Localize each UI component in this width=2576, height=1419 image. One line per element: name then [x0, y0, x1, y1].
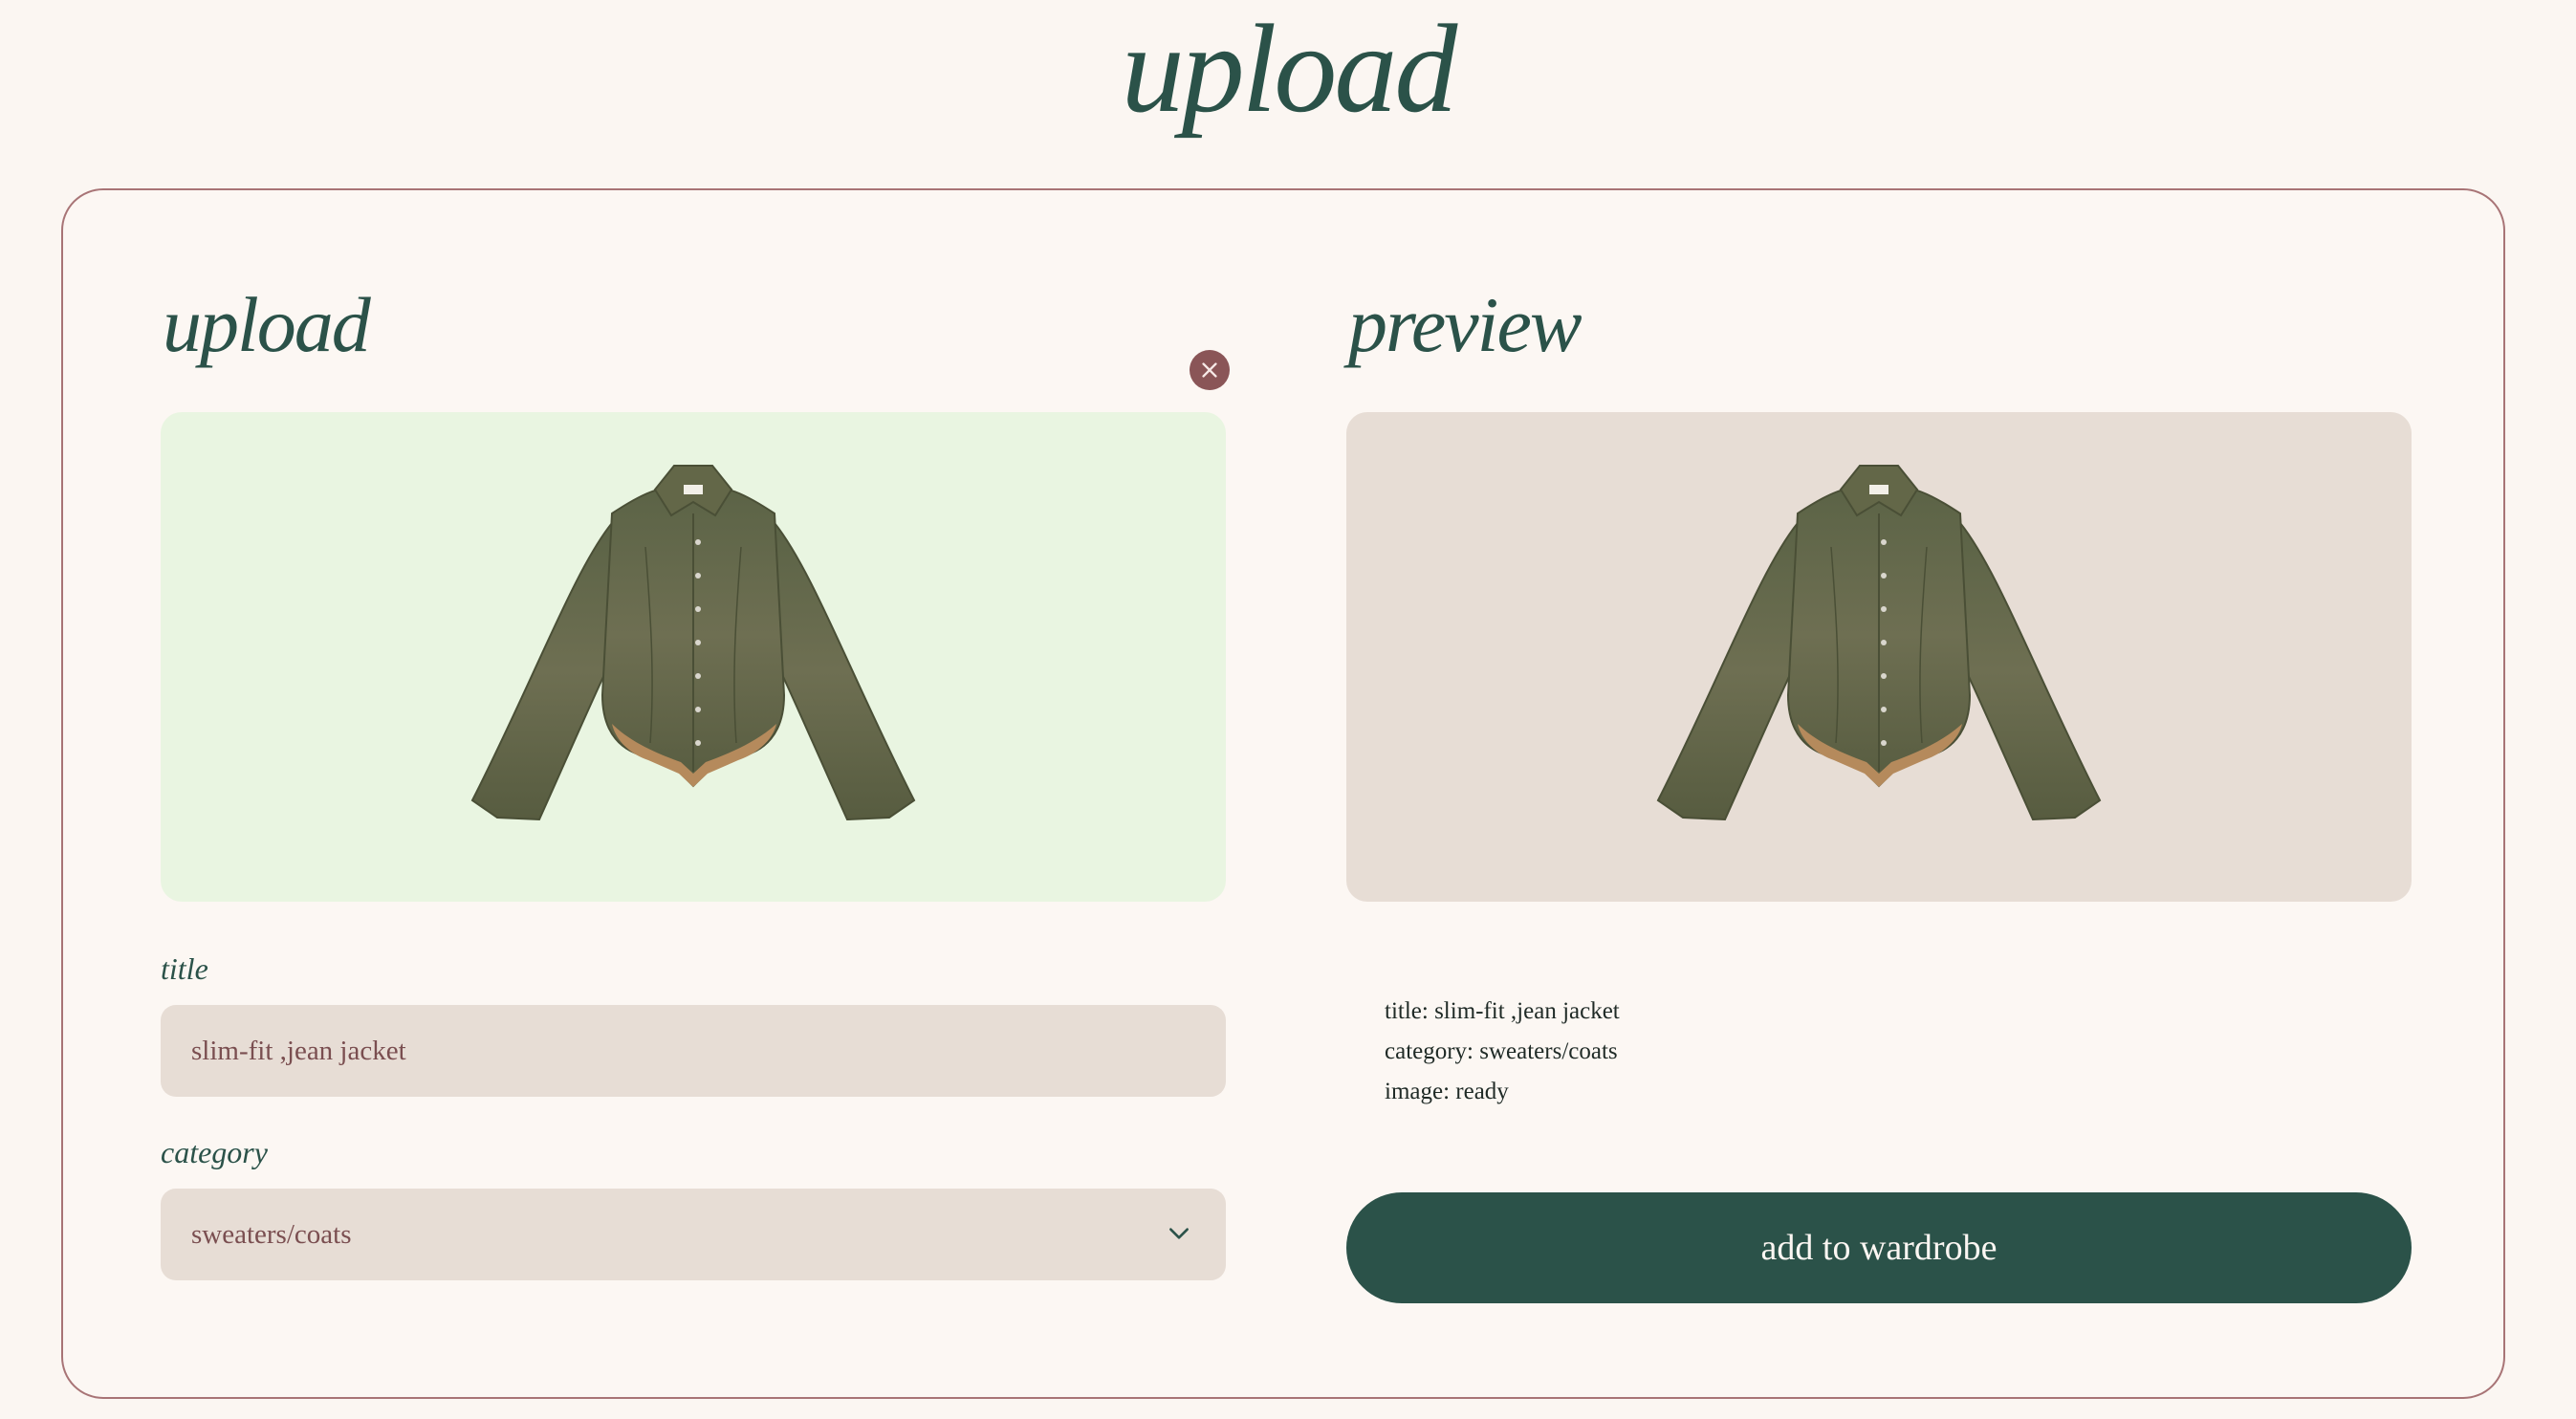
title-label: title: [161, 951, 208, 986]
chevron-down-icon: [1169, 1228, 1189, 1239]
category-label: category: [161, 1135, 268, 1169]
title-input[interactable]: slim-fit ,jean jacket: [161, 1005, 1226, 1097]
close-icon: [1199, 360, 1220, 381]
upload-card: upload preview title slim-fit ,jean jack…: [61, 188, 2505, 1399]
preview-title-line: title: slim-fit ,jean jacket: [1385, 998, 1620, 1024]
preview-image-status: image: ready: [1385, 1079, 1509, 1104]
preview-category-line: category: sweaters/coats: [1385, 1038, 1618, 1064]
preview-heading: preview: [1348, 281, 1583, 368]
remove-image-button[interactable]: [1190, 350, 1230, 390]
category-value: sweaters/coats: [191, 1218, 352, 1250]
jacket-image: [470, 465, 916, 821]
page-title: upload: [1121, 0, 1458, 139]
upload-dropzone[interactable]: [161, 412, 1226, 902]
title-value: slim-fit ,jean jacket: [191, 1035, 406, 1066]
add-to-wardrobe-button[interactable]: add to wardrobe: [1346, 1192, 2412, 1303]
jacket-preview-image: [1656, 465, 2102, 821]
preview-details: title: slim-fit ,jean jacket category: s…: [1385, 992, 1620, 1112]
preview-image-box: [1346, 412, 2412, 902]
category-select[interactable]: sweaters/coats: [161, 1189, 1226, 1280]
upload-heading: upload: [163, 281, 371, 368]
